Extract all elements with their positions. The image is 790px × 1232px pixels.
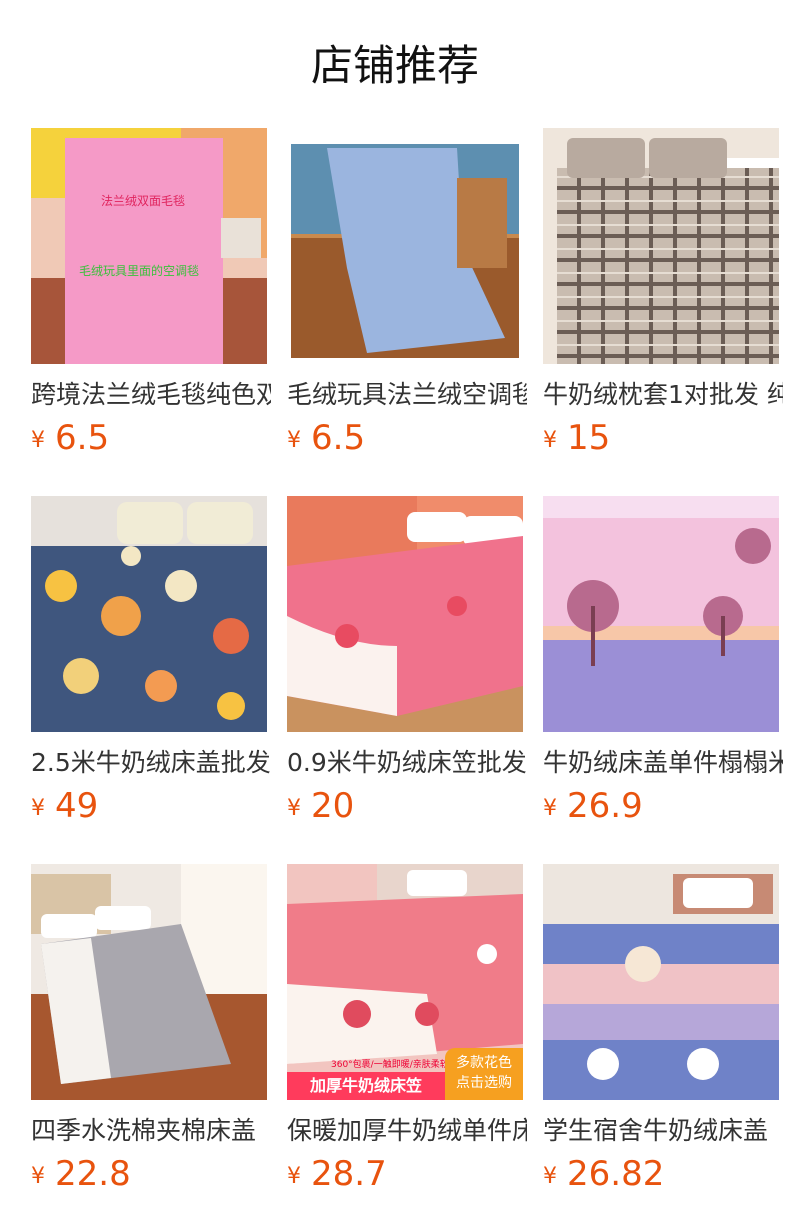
product-card[interactable]: 牛奶绒枕套1对批发 纯色 ¥15 [543, 128, 783, 463]
product-card[interactable]: 四季水洗棉夹棉床盖 ¥22.8 [31, 864, 267, 1199]
price-value: 6.5 [311, 418, 366, 458]
product-name[interactable]: 牛奶绒枕套1对批发 纯色 [543, 380, 783, 410]
product-card[interactable]: 学生宿舍牛奶绒床盖 ¥26.82 [543, 864, 779, 1199]
product-image[interactable] [543, 496, 779, 732]
product-image[interactable] [287, 128, 523, 364]
product-price: ¥28.7 [287, 1154, 523, 1199]
currency-symbol: ¥ [287, 428, 301, 453]
currency-symbol: ¥ [31, 428, 45, 453]
promo-side-line2: 点击选购 [456, 1075, 512, 1091]
currency-symbol: ¥ [543, 428, 557, 453]
currency-symbol: ¥ [543, 1164, 557, 1189]
product-image[interactable] [31, 496, 267, 732]
price-value: 22.8 [55, 1154, 131, 1194]
product-image[interactable] [543, 864, 779, 1100]
currency-symbol: ¥ [31, 796, 45, 821]
price-value: 28.7 [311, 1154, 387, 1194]
overlay-text: 毛绒玩具里面的空调毯 [79, 264, 200, 278]
product-image[interactable] [31, 864, 267, 1100]
product-price: ¥6.5 [31, 418, 267, 463]
product-card[interactable]: 360°包裹/一触即暖/亲肤柔软 加厚牛奶绒床笠 多款花色 点击选购 保暖加厚牛… [287, 864, 527, 1199]
product-card[interactable]: 0.9米牛奶绒床笠批发 ¥20 [287, 496, 527, 831]
promo-main-label: 加厚牛奶绒床笠 [287, 1072, 445, 1100]
product-card[interactable]: 法兰绒双面毛毯 毛绒玩具里面的空调毯 跨境法兰绒毛毯纯色双面 ¥6.5 [31, 128, 271, 463]
promo-side-label: 多款花色 点击选购 [445, 1048, 523, 1100]
product-price: ¥26.82 [543, 1154, 779, 1199]
price-value: 6.5 [55, 418, 110, 458]
currency-symbol: ¥ [287, 796, 301, 821]
price-value: 49 [55, 786, 99, 826]
product-image[interactable] [543, 128, 779, 364]
product-price: ¥49 [31, 786, 267, 831]
product-image[interactable]: 360°包裹/一触即暖/亲肤柔软 加厚牛奶绒床笠 多款花色 点击选购 [287, 864, 523, 1100]
product-image[interactable] [287, 496, 523, 732]
currency-symbol: ¥ [31, 1164, 45, 1189]
product-price: ¥26.9 [543, 786, 779, 831]
product-price: ¥20 [287, 786, 523, 831]
price-value: 26.9 [567, 786, 643, 826]
product-name[interactable]: 四季水洗棉夹棉床盖 [31, 1116, 271, 1146]
product-price: ¥6.5 [287, 418, 523, 463]
product-name[interactable]: 保暖加厚牛奶绒单件床笠 [287, 1116, 527, 1146]
price-value: 20 [311, 786, 355, 826]
product-name[interactable]: 学生宿舍牛奶绒床盖 [543, 1116, 783, 1146]
promo-banner: 360°包裹/一触即暖/亲肤柔软 加厚牛奶绒床笠 多款花色 点击选购 [287, 1048, 523, 1100]
promo-side-line1: 多款花色 [456, 1055, 512, 1071]
product-card[interactable]: 毛绒玩具法兰绒空调毯 ¥6.5 [287, 128, 527, 463]
product-price: ¥22.8 [31, 1154, 267, 1199]
product-card[interactable]: 2.5米牛奶绒床盖批发 ¥49 [31, 496, 271, 831]
product-name[interactable]: 2.5米牛奶绒床盖批发 [31, 748, 271, 778]
overlay-text: 法兰绒双面毛毯 [101, 194, 186, 208]
product-card[interactable]: 牛奶绒床盖单件榻榻米 ¥26.9 [543, 496, 783, 831]
promo-strip: 360°包裹/一触即暖/亲肤柔软 [331, 1060, 449, 1070]
page-title: 店铺推荐 [310, 41, 479, 90]
price-value: 15 [567, 418, 611, 458]
product-name[interactable]: 毛绒玩具法兰绒空调毯 [287, 380, 527, 410]
currency-symbol: ¥ [543, 796, 557, 821]
price-value: 26.82 [567, 1154, 665, 1194]
product-image[interactable]: 法兰绒双面毛毯 毛绒玩具里面的空调毯 [31, 128, 267, 364]
currency-symbol: ¥ [287, 1164, 301, 1189]
product-name[interactable]: 牛奶绒床盖单件榻榻米 [543, 748, 783, 778]
product-name[interactable]: 0.9米牛奶绒床笠批发 [287, 748, 527, 778]
product-name[interactable]: 跨境法兰绒毛毯纯色双面 [31, 380, 271, 410]
product-price: ¥15 [543, 418, 779, 463]
